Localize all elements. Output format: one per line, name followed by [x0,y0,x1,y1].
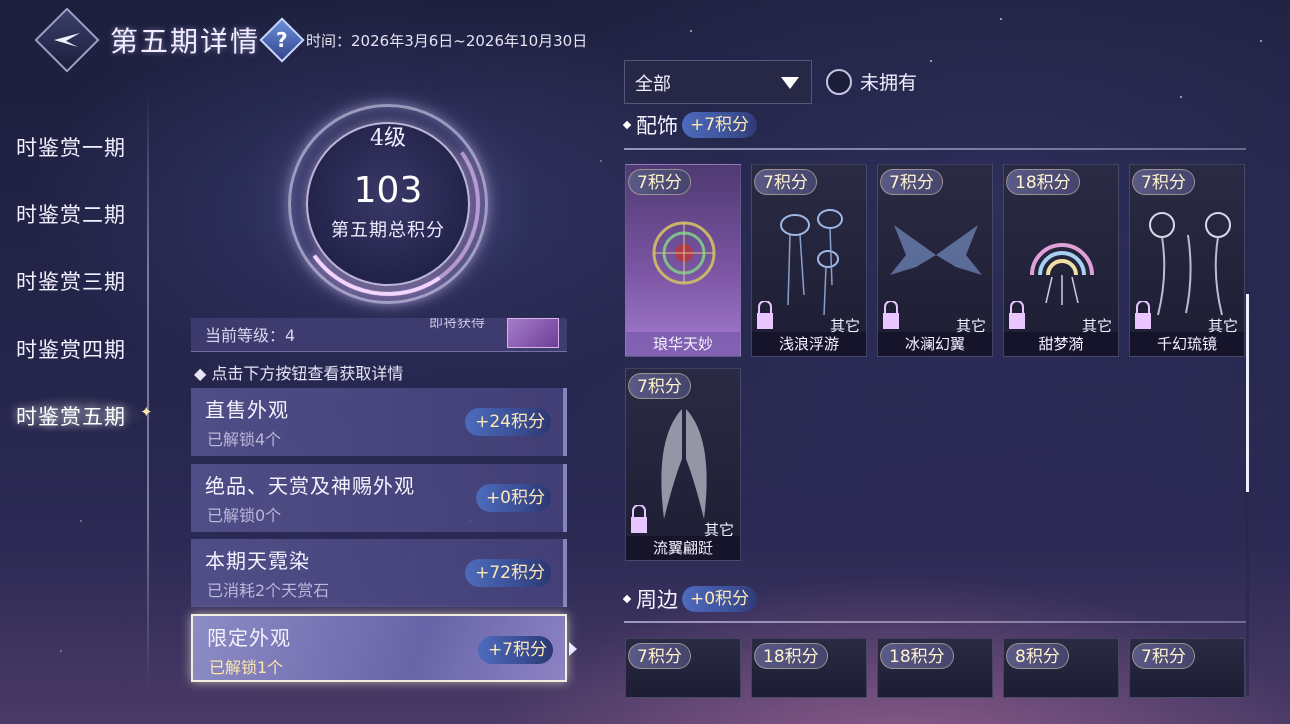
section-accessories: 配饰 +7积分 [622,110,758,140]
points-badge: +24积分 [465,408,551,436]
selected-arrow-icon [569,642,577,656]
item-card[interactable]: 7积分 其它 千幻琉镜 [1129,164,1245,357]
lock-icon [1009,301,1025,329]
next-reward-label: 即将获得 [429,318,485,331]
category-direct-sale[interactable]: 直售外观 已解锁4个 +24积分 [191,388,567,456]
nav-item-period-1[interactable]: 时鉴赏一期 [16,132,126,162]
rainbow-art-icon [1030,243,1094,305]
points-badge: +72积分 [465,559,551,587]
filter-dropdown[interactable]: 全部 [624,60,812,104]
current-level: 当前等级：4 [205,326,296,345]
next-reward-thumbnail[interactable] [507,318,559,348]
level-label: 4级 [370,126,406,151]
nav-item-period-3[interactable]: 时鉴赏三期 [16,266,126,296]
feather-wings-art-icon [661,409,707,519]
nav-item-period-5[interactable]: 时鉴赏五期 [16,401,126,431]
item-card[interactable]: 18积分 [751,638,867,698]
page-header: 第五期详情 ? 时间：2026年3月6日~2026年10月30日 [34,7,588,73]
level-strip: 当前等级：4 即将获得 [191,318,567,352]
total-score-caption: 第五期总积分 [331,220,445,241]
lock-icon [631,505,647,533]
item-card[interactable]: 18积分 [877,638,993,698]
lock-icon [757,301,773,329]
back-arrow-icon [54,33,80,47]
item-card[interactable]: 18积分 其它 甜梦漪 [1003,164,1119,357]
item-card[interactable]: 7积分 其它 浅浪浮游 [751,164,867,357]
score-ring: 4级 103 第五期总积分 [228,72,548,332]
section-divider [624,621,1246,623]
category-premium[interactable]: 绝品、天赏及神赐外观 已解锁0个 +0积分 [191,464,567,532]
section-merch: 周边 +0积分 [622,584,758,614]
wings-art-icon [890,225,982,275]
item-card[interactable]: 7积分 琅华天妙 [625,164,741,357]
item-card[interactable]: 7积分 [625,638,741,698]
nav-item-period-2[interactable]: 时鉴赏二期 [16,199,126,229]
accessory-art-icon [652,221,716,285]
points-badge: +7积分 [477,636,553,664]
event-time: 时间：2026年3月6日~2026年10月30日 [306,31,588,50]
chevron-down-icon [781,77,799,89]
section-divider [624,148,1246,150]
radio-icon[interactable] [826,68,852,95]
item-card[interactable]: 7积分 其它 流翼翩跹 [625,368,741,561]
page-title: 第五期详情 [110,25,261,58]
section-points: +7积分 [682,112,758,138]
section-points: +0积分 [682,586,758,612]
mirror-art-icon [1149,212,1231,316]
category-limited[interactable]: 限定外观 已解锁1个 +7积分 [191,614,567,682]
item-card[interactable]: 7积分 其它 冰澜幻翼 [877,164,993,357]
item-card[interactable]: 7积分 [1129,638,1245,698]
help-icon[interactable]: ? [259,17,305,63]
scrollbar-thumb[interactable] [1246,294,1249,492]
unowned-filter-toggle[interactable]: 未拥有 [826,68,917,95]
nav-item-period-4[interactable]: 时鉴赏四期 [16,334,126,364]
points-badge: +0积分 [475,484,551,512]
item-card[interactable]: 8积分 [1003,638,1119,698]
total-score: 103 [353,170,423,211]
category-dye[interactable]: 本期天霓染 已消耗2个天赏石 +72积分 [191,539,567,607]
active-marker-icon: ✦ [140,403,153,421]
lock-icon [1135,301,1151,329]
lock-icon [883,301,899,329]
back-button[interactable] [34,7,100,73]
hint-text: ◆ 点击下方按钮查看获取详情 [194,364,404,383]
jellyfish-art-icon [780,209,843,316]
